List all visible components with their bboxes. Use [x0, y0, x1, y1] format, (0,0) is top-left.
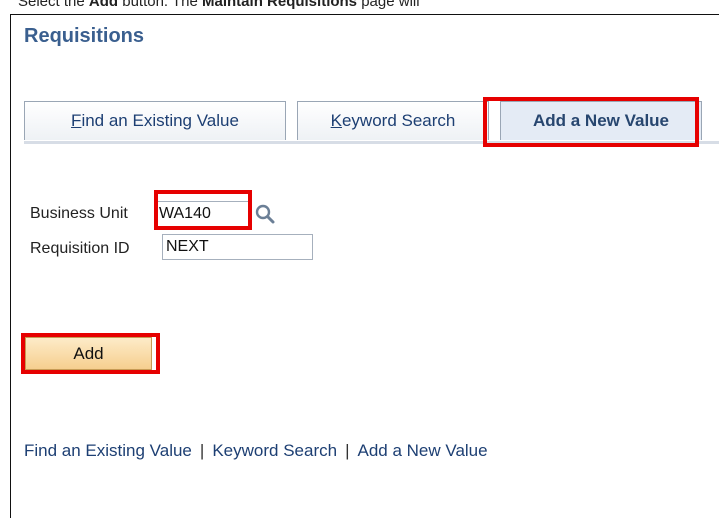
add-button[interactable]: Add [25, 337, 152, 370]
search-tabs: Find an Existing Value Keyword Search Ad… [24, 101, 719, 145]
instruction-caption: Select the Add button. The Maintain Requ… [18, 0, 420, 10]
requisition-id-input[interactable]: NEXT [162, 234, 313, 260]
link-separator: | [345, 441, 350, 460]
business-unit-input[interactable]: WA140 [155, 201, 249, 227]
link-keyword-search[interactable]: Keyword Search [212, 441, 337, 460]
business-unit-label: Business Unit [30, 205, 128, 222]
link-separator: | [199, 441, 205, 460]
tab-add-new-value[interactable]: Add a New Value [500, 101, 702, 140]
page-frame: Requisitions Find an Existing Value Keyw… [10, 14, 719, 518]
tab-keyword-search[interactable]: Keyword Search [297, 101, 489, 140]
page-title: Requisitions [24, 25, 145, 47]
tab-divider [24, 141, 719, 144]
link-find-existing-value[interactable]: Find an Existing Value [24, 441, 192, 460]
requisition-id-label: Requisition ID [30, 240, 130, 257]
tab-find-existing-value[interactable]: Find an Existing Value [24, 101, 286, 140]
bottom-nav-links: Find an Existing Value | Keyword Search | Ad… [24, 441, 488, 461]
link-add-new-value[interactable]: Add a New Value [357, 441, 487, 460]
magnifier-icon[interactable] [254, 203, 276, 225]
